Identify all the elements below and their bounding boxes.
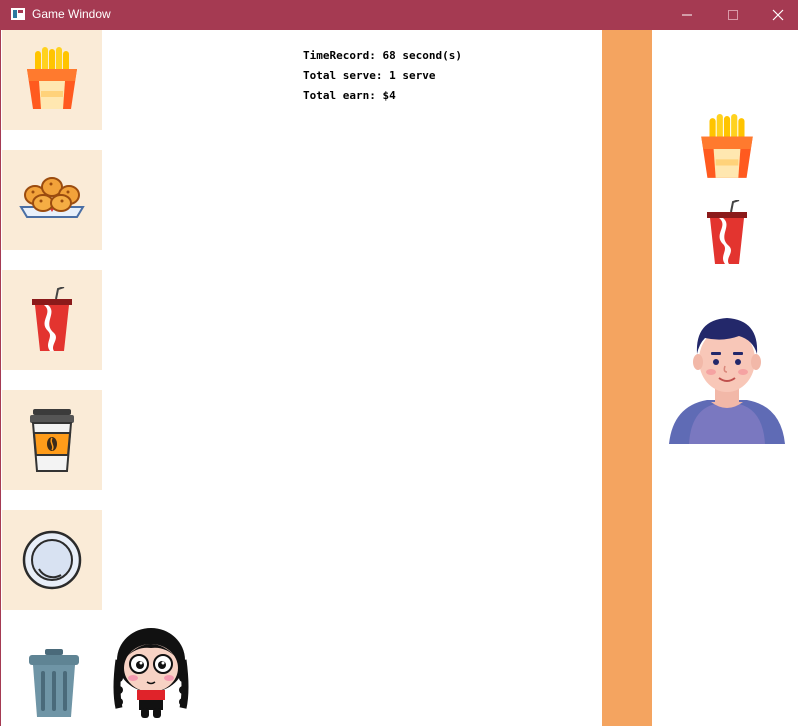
time-record-text: TimeRecord: 68 second(s) <box>303 49 462 62</box>
order-fries-icon <box>701 114 753 178</box>
title-bar: Game Window <box>1 0 798 30</box>
nuggets-icon <box>19 177 85 218</box>
menu-item-plate[interactable] <box>2 510 102 610</box>
order-soda-cup-icon <box>707 200 747 264</box>
close-button[interactable] <box>755 0 798 30</box>
menu-item-soda[interactable] <box>2 270 102 370</box>
chef-girl-avatar <box>113 628 189 718</box>
plate-icon <box>22 530 82 590</box>
window-title: Game Window <box>32 7 111 21</box>
total-serve-text: Total serve: 1 serve <box>303 69 436 82</box>
soda-cup-icon <box>32 287 72 351</box>
total-earn-text: Total earn: $4 <box>303 89 396 102</box>
maximize-icon <box>728 10 738 20</box>
menu-item-coffee[interactable] <box>2 390 102 490</box>
serving-counter <box>602 30 652 726</box>
stats-panel: TimeRecord: 68 second(s) Total serve: 1 … <box>303 46 462 106</box>
customer-avatar[interactable] <box>667 314 787 446</box>
close-icon <box>772 9 784 21</box>
fries-icon <box>27 47 77 109</box>
menu-item-fries[interactable] <box>2 30 102 130</box>
trash-can-icon[interactable] <box>19 647 89 719</box>
game-window: Game Window TimeRecord: 68 second(s) Tot… <box>0 0 798 726</box>
minimize-button[interactable] <box>664 0 710 30</box>
app-icon <box>11 8 25 20</box>
coffee-cup-icon <box>30 409 74 472</box>
minimize-icon <box>682 14 692 16</box>
maximize-button[interactable] <box>710 0 756 30</box>
menu-item-nuggets[interactable] <box>2 150 102 250</box>
